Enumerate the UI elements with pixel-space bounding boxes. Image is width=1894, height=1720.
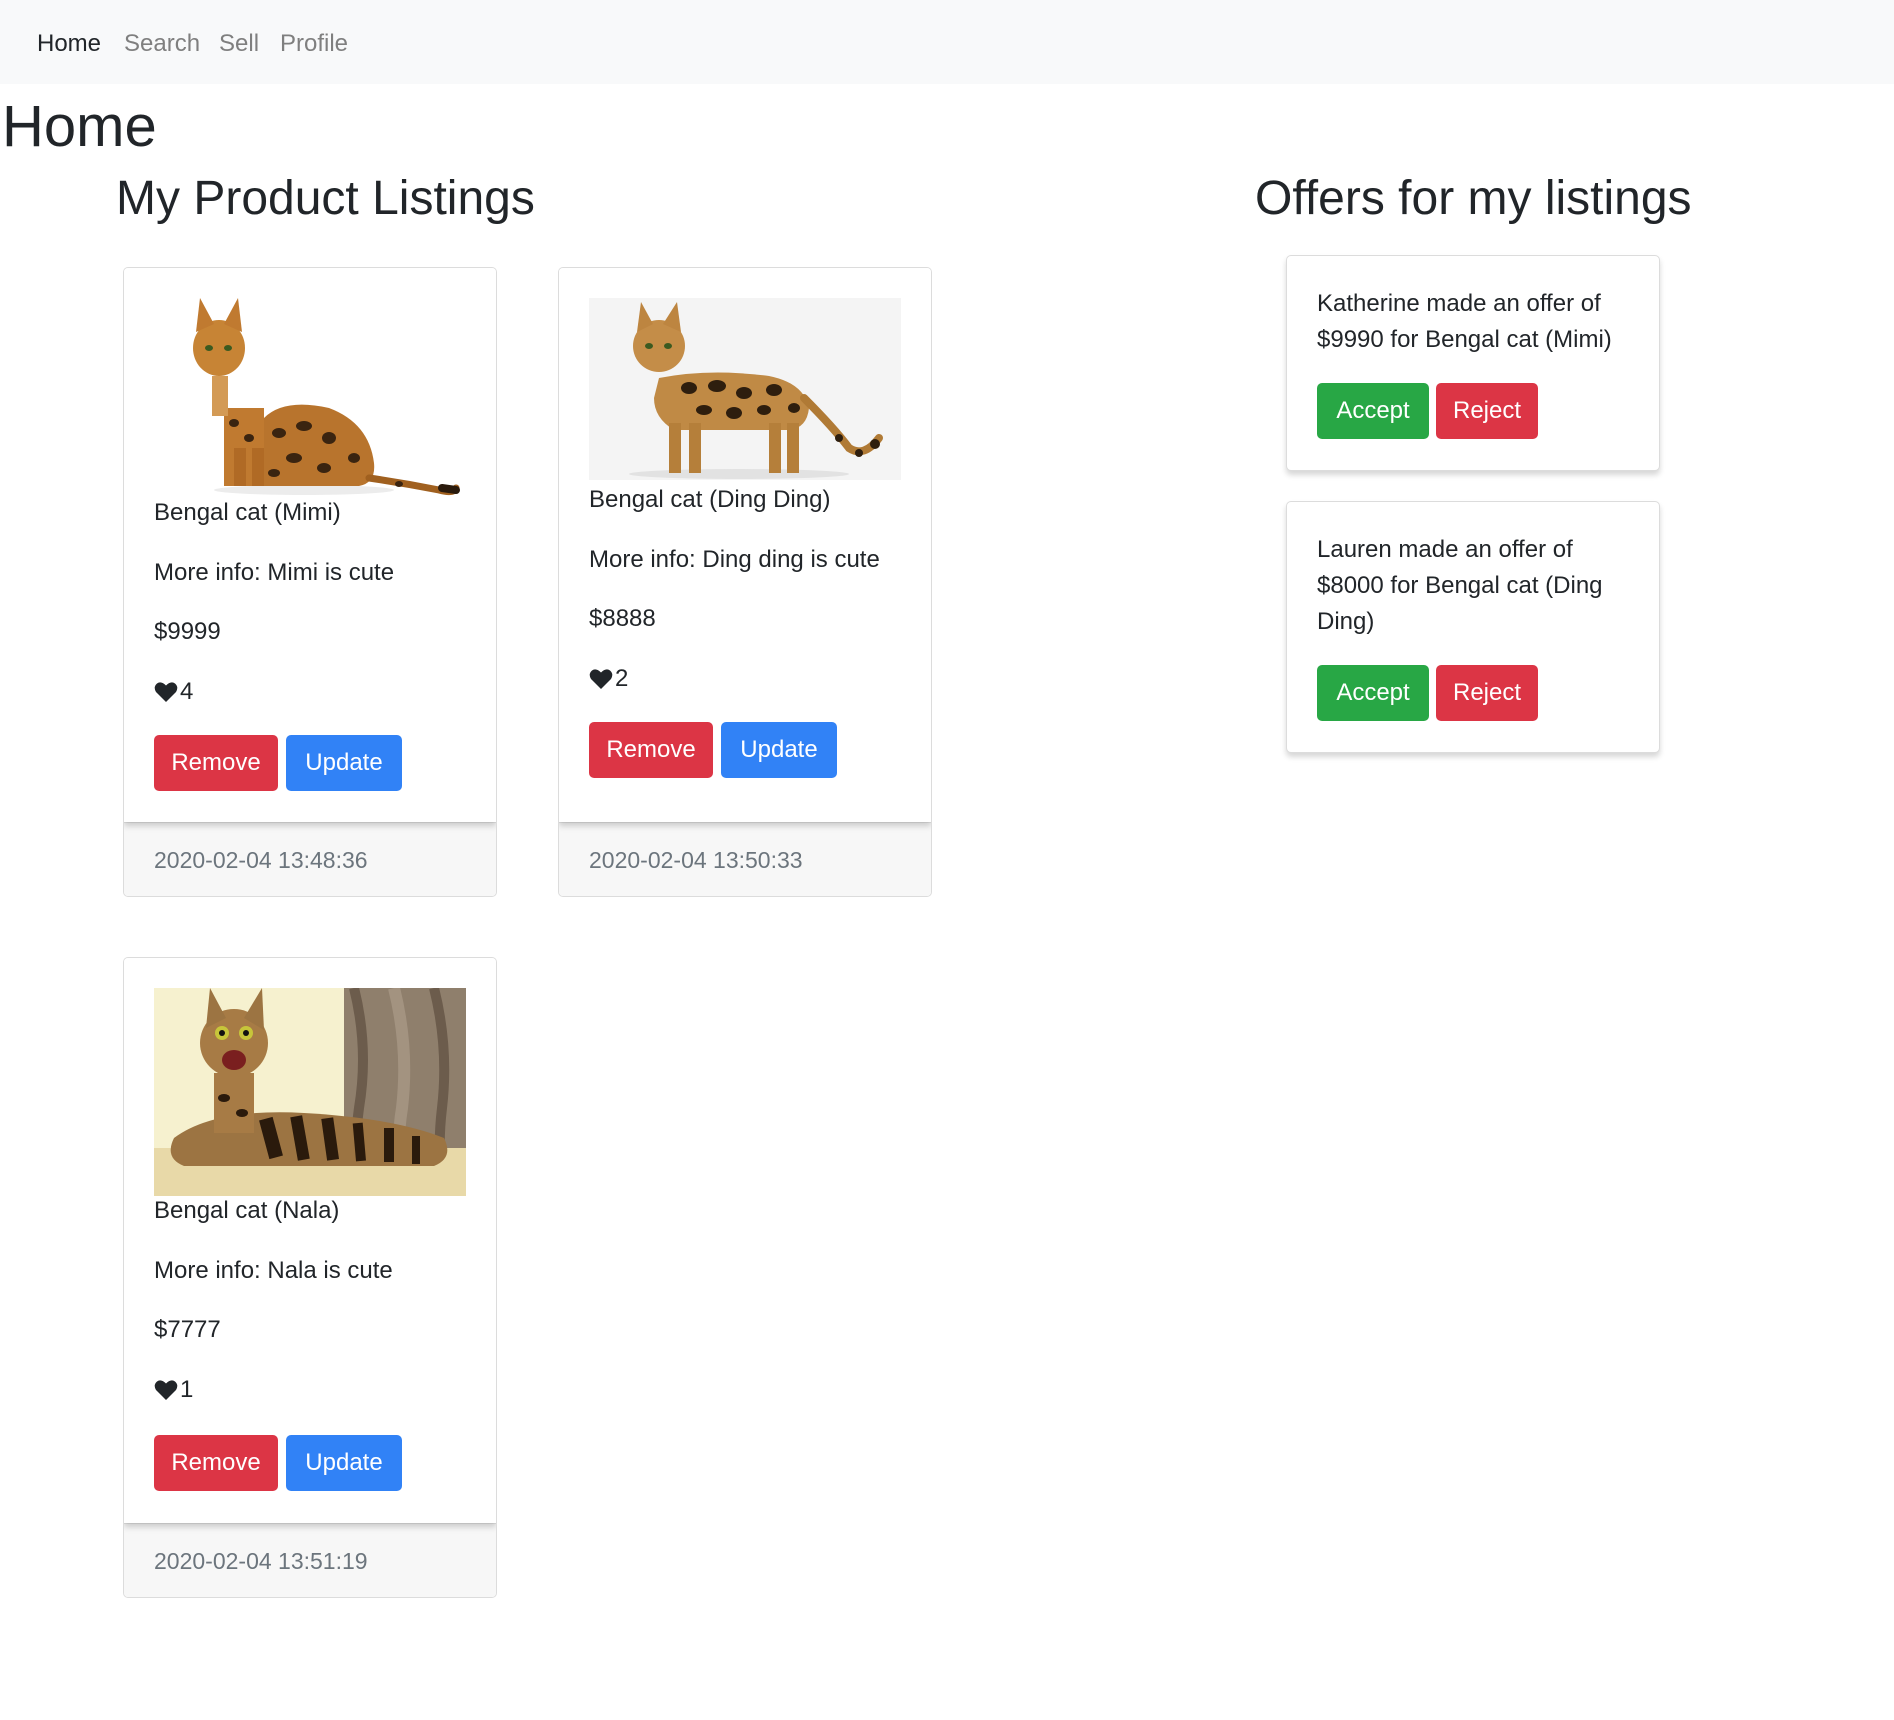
nav-home-link[interactable]: Home <box>37 26 101 62</box>
listing-price: $9999 <box>154 618 221 645</box>
heart-icon <box>154 1380 178 1400</box>
listing-name: Bengal cat (Nala) <box>154 1197 340 1224</box>
reject-button[interactable]: Reject <box>1436 665 1538 721</box>
listing-card: Bengal cat (Mimi) More info: Mimi is cut… <box>123 267 497 897</box>
nav-profile-link[interactable]: Profile <box>280 26 348 62</box>
listing-card-body: Bengal cat (Ding Ding) More info: Ding d… <box>559 268 931 822</box>
listing-photo <box>154 988 466 1196</box>
nav-search-link[interactable]: Search <box>124 26 200 62</box>
offer-text: Lauren made an offer of $8000 for Bengal… <box>1317 536 1603 635</box>
listing-likes-count: 4 <box>180 678 194 705</box>
accept-button[interactable]: Accept <box>1317 665 1429 721</box>
nav-sell-link[interactable]: Sell <box>219 26 259 62</box>
listing-info: More info: Nala is cute <box>154 1257 393 1284</box>
listing-likes: 4 <box>154 675 193 709</box>
remove-button[interactable]: Remove <box>154 735 278 791</box>
accept-button[interactable]: Accept <box>1317 383 1429 439</box>
listing-price: $7777 <box>154 1316 221 1343</box>
listing-card: Bengal cat (Ding Ding) More info: Ding d… <box>558 267 932 897</box>
listing-card: Bengal cat (Nala) More info: Nala is cut… <box>123 957 497 1598</box>
listing-card-body: Bengal cat (Mimi) More info: Mimi is cut… <box>124 268 496 822</box>
update-button[interactable]: Update <box>721 722 837 778</box>
listing-name: Bengal cat (Ding Ding) <box>589 486 831 513</box>
page-title: Home <box>2 94 157 159</box>
listing-photo <box>154 298 466 498</box>
top-navbar: Home Search Sell Profile <box>0 0 1894 84</box>
offer-text: Katherine made an offer of $9990 for Ben… <box>1317 290 1612 353</box>
listing-likes-count: 2 <box>615 665 629 692</box>
remove-button[interactable]: Remove <box>589 722 713 778</box>
listing-timestamp: 2020-02-04 13:48:36 <box>124 822 496 896</box>
heart-icon <box>589 669 613 689</box>
update-button[interactable]: Update <box>286 1435 402 1491</box>
listing-likes-count: 1 <box>180 1376 194 1403</box>
offer-card: Lauren made an offer of $8000 for Bengal… <box>1286 501 1660 753</box>
offers-heading: Offers for my listings <box>1255 172 1692 225</box>
remove-button[interactable]: Remove <box>154 1435 278 1491</box>
listing-card-body: Bengal cat (Nala) More info: Nala is cut… <box>124 958 496 1523</box>
listing-likes: 2 <box>589 662 628 696</box>
listing-likes: 1 <box>154 1373 193 1407</box>
heart-icon <box>154 682 178 702</box>
update-button[interactable]: Update <box>286 735 402 791</box>
listing-price: $8888 <box>589 605 656 632</box>
listing-timestamp: 2020-02-04 13:51:19 <box>124 1523 496 1597</box>
listings-heading: My Product Listings <box>116 172 535 225</box>
listing-photo <box>589 298 901 480</box>
reject-button[interactable]: Reject <box>1436 383 1538 439</box>
offer-card: Katherine made an offer of $9990 for Ben… <box>1286 255 1660 471</box>
listing-name: Bengal cat (Mimi) <box>154 499 341 526</box>
listing-timestamp: 2020-02-04 13:50:33 <box>559 822 931 896</box>
listing-info: More info: Mimi is cute <box>154 559 395 586</box>
listing-info: More info: Ding ding is cute <box>589 546 880 573</box>
